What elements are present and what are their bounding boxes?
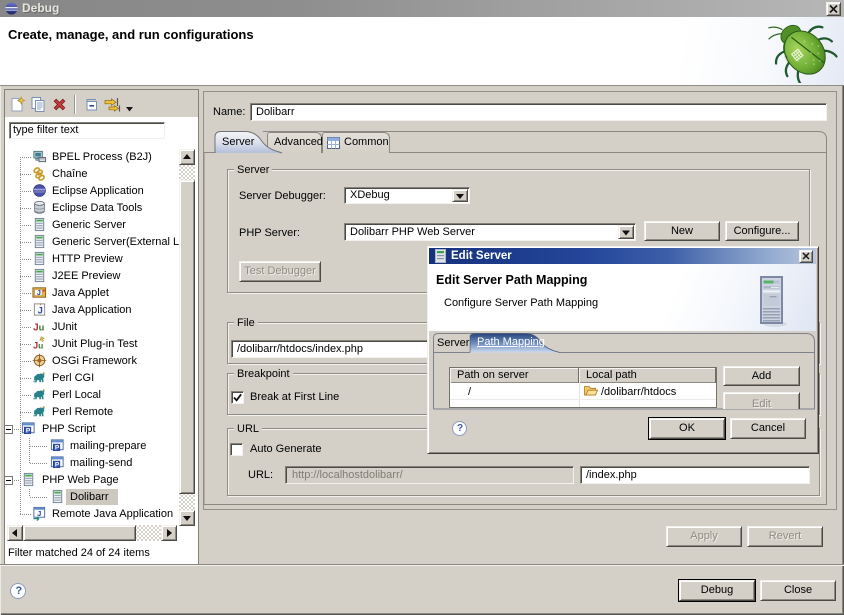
svg-text:u: u <box>38 341 43 351</box>
svg-text:J: J <box>37 509 41 518</box>
svg-text:J: J <box>37 288 41 297</box>
svg-text:P: P <box>55 445 60 452</box>
svg-text:P: P <box>55 462 60 469</box>
svg-text:P: P <box>26 428 31 435</box>
svg-text:u: u <box>39 323 45 333</box>
svg-text:J: J <box>38 305 43 315</box>
